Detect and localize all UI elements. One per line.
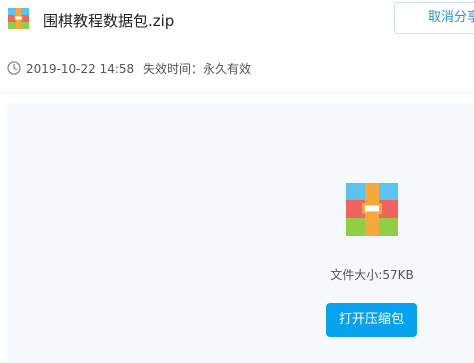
zip-archive-icon [346, 183, 398, 236]
clock-icon [7, 61, 21, 75]
share-page: 围棋教程数据包.zip 取消分享 2019-10-22 14:58 失效时间：永… [0, 0, 474, 363]
file-preview-panel: 文件大小:57KB 打开压缩包 [7, 103, 474, 363]
divider [0, 92, 474, 93]
file-title: 围棋教程数据包.zip [43, 12, 175, 30]
file-header: 围棋教程数据包.zip 取消分享 [0, 0, 474, 44]
share-meta: 2019-10-22 14:58 失效时间：永久有效 [0, 58, 474, 80]
cancel-share-button[interactable]: 取消分享 [394, 2, 474, 34]
zip-archive-icon [8, 8, 29, 29]
expire-info: 失效时间：永久有效 [143, 62, 252, 76]
file-size: 文件大小:57KB [330, 268, 414, 282]
share-date: 2019-10-22 14:58 [26, 62, 135, 76]
open-archive-button[interactable]: 打开压缩包 [326, 303, 417, 337]
